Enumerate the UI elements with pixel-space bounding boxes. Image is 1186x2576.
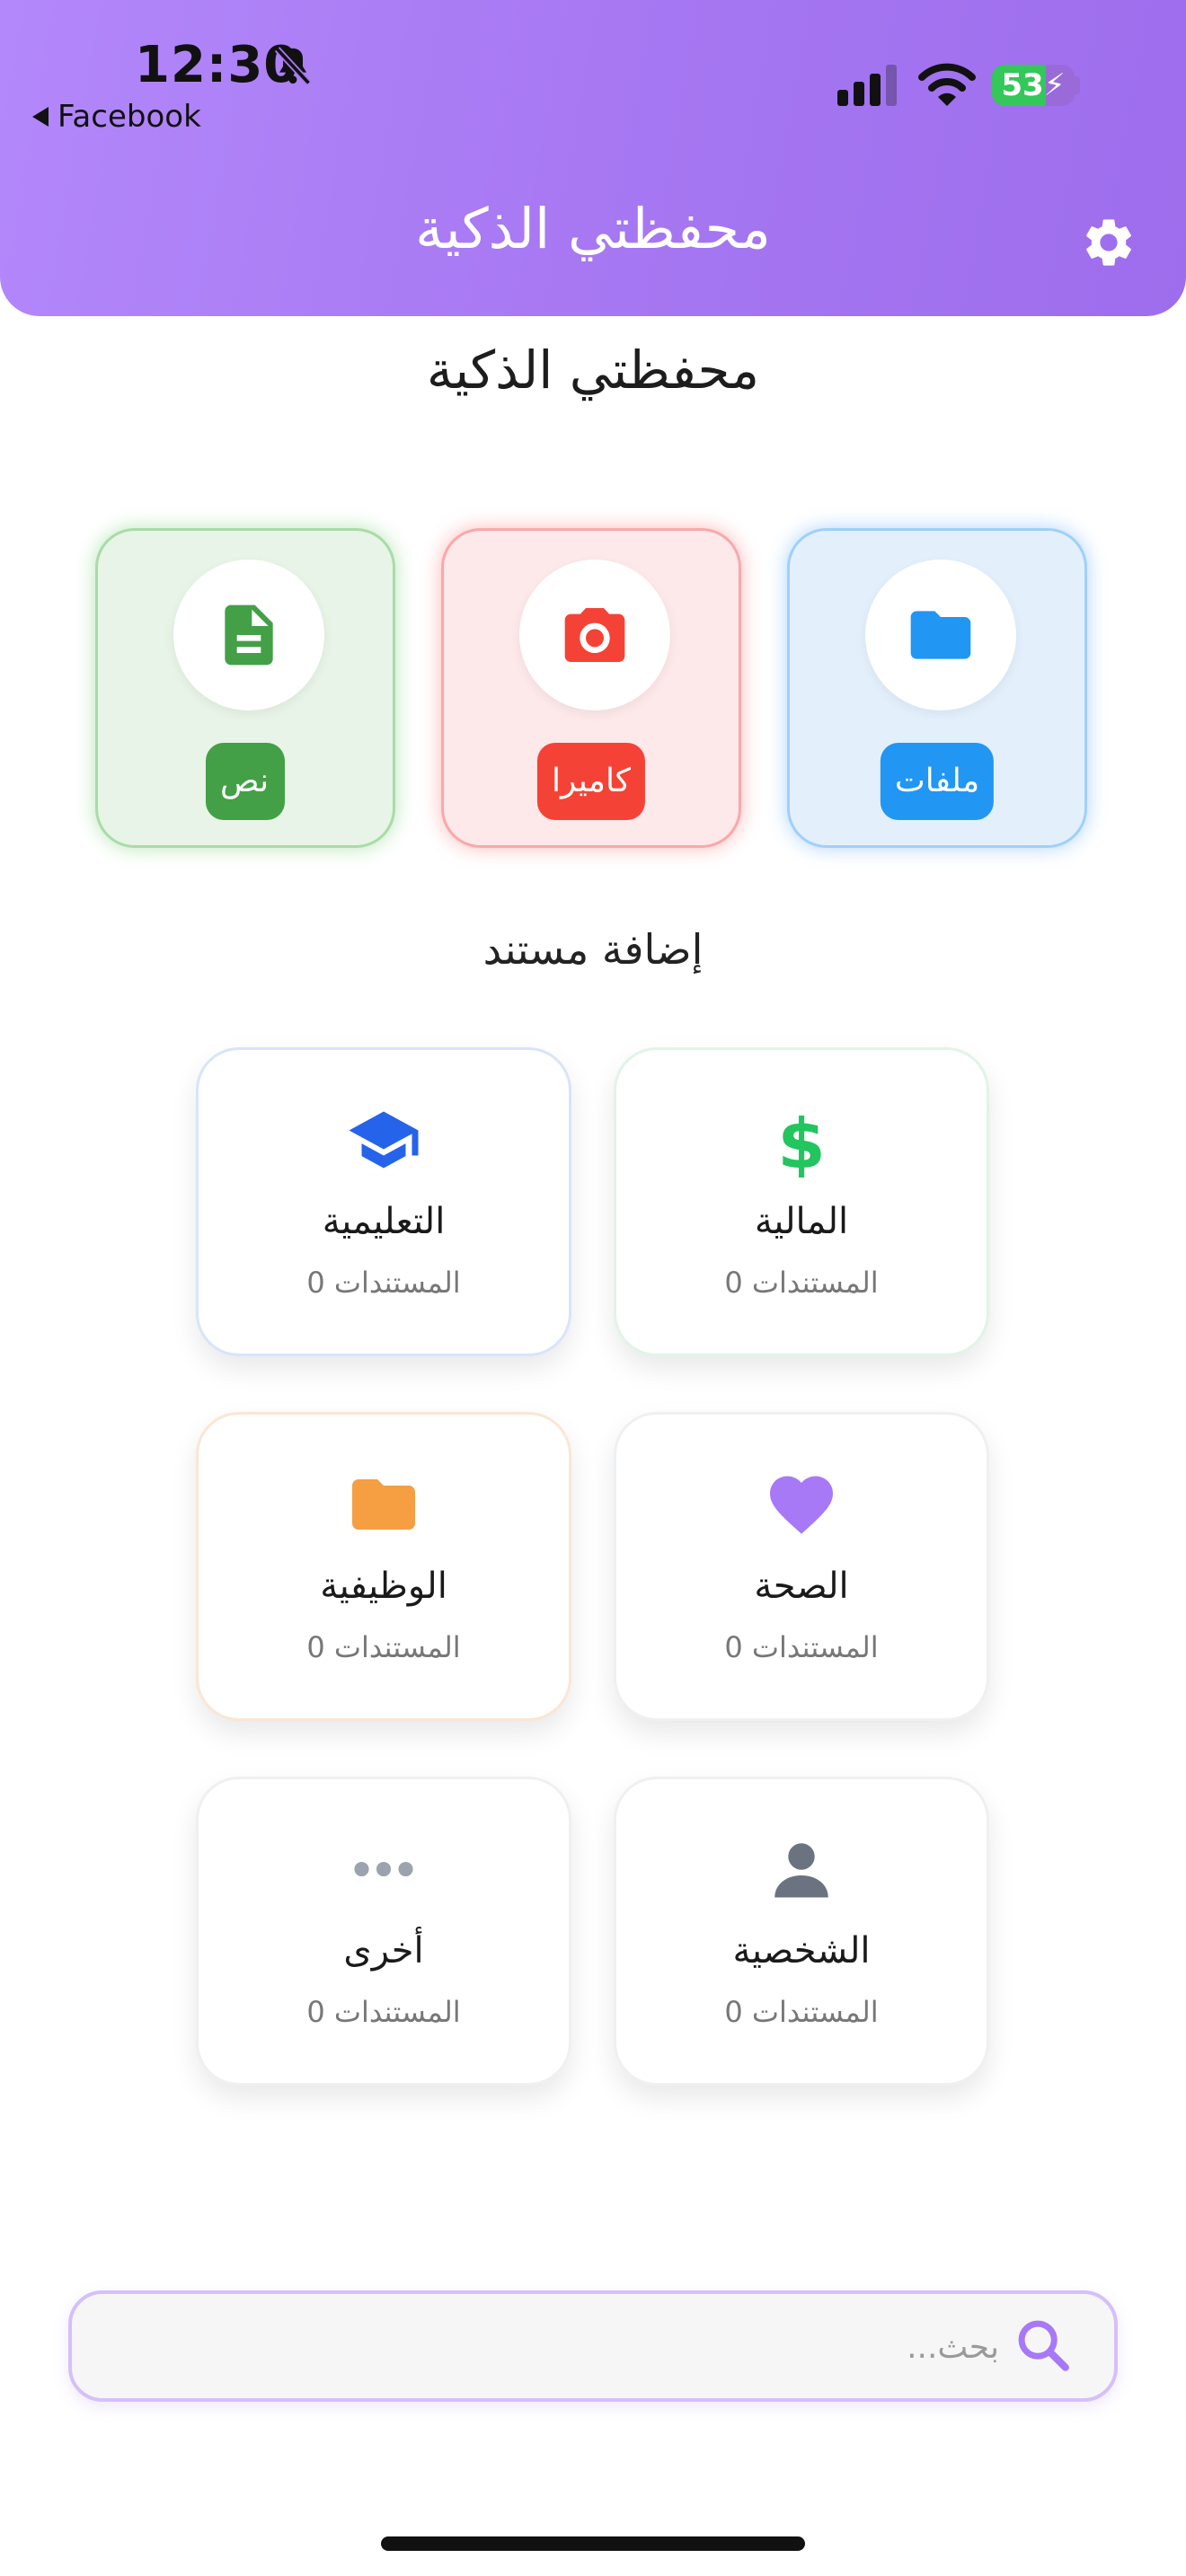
category-count: المستندات 0 xyxy=(724,1266,879,1300)
category-count: المستندات 0 xyxy=(724,1995,879,2029)
heart-icon xyxy=(770,1476,833,1534)
camera-icon-circle xyxy=(519,560,670,710)
camera-label: كاميرا xyxy=(536,743,646,820)
wifi-icon xyxy=(918,63,976,106)
category-count: المستندات 0 xyxy=(306,1995,461,2029)
add-from-files-button[interactable]: ملفات xyxy=(787,528,1087,848)
app-header: 12:30 Facebook 53⚡ محفظتي الذكية xyxy=(0,0,1186,316)
camera-icon xyxy=(564,608,625,662)
category-card-health[interactable]: الصحة المستندات 0 xyxy=(614,1412,989,1721)
home-indicator xyxy=(381,2536,805,2551)
category-card-job[interactable]: الوظيفية المستندات 0 xyxy=(196,1412,571,1721)
search-bar xyxy=(68,2290,1118,2402)
page-title: محفظتي الذكية xyxy=(426,340,760,401)
add-from-camera-button[interactable]: كاميرا xyxy=(441,528,741,848)
cellular-signal-icon xyxy=(837,65,897,106)
back-arrow-icon xyxy=(32,107,49,127)
category-name: الصحة xyxy=(754,1566,849,1607)
dollar-icon: $ xyxy=(777,1106,826,1178)
category-name: المالية xyxy=(754,1201,849,1242)
add-document-section-title: إضافة مستند xyxy=(482,925,704,974)
category-card-other[interactable]: أخرى المستندات 0 xyxy=(196,1777,571,2086)
category-name: الوظيفية xyxy=(320,1566,447,1607)
folder-icon xyxy=(910,611,971,659)
back-to-app-link[interactable]: Facebook xyxy=(32,99,201,135)
text-label: نص xyxy=(206,743,285,820)
battery-cap xyxy=(1075,76,1080,94)
add-text-button[interactable]: نص xyxy=(95,528,395,848)
text-document-icon xyxy=(225,604,273,666)
gear-icon[interactable] xyxy=(1080,214,1137,271)
person-icon xyxy=(774,1843,828,1898)
search-input[interactable] xyxy=(99,2294,1001,2400)
back-app-label: Facebook xyxy=(58,99,201,135)
folder-icon xyxy=(352,1479,415,1530)
files-icon-circle xyxy=(865,560,1016,710)
files-label: ملفات xyxy=(880,743,995,820)
category-count: المستندات 0 xyxy=(306,1630,461,1664)
graduation-cap-icon xyxy=(349,1111,419,1169)
category-card-personal[interactable]: الشخصية المستندات 0 xyxy=(614,1777,989,2086)
search-icon[interactable] xyxy=(1012,2314,1075,2377)
category-count: المستندات 0 xyxy=(724,1630,879,1664)
more-dots-icon xyxy=(354,1861,413,1877)
battery-level-text: 53⚡ xyxy=(1001,67,1066,103)
category-name: التعليمية xyxy=(322,1201,446,1242)
category-card-education[interactable]: التعليمية المستندات 0 xyxy=(196,1047,571,1356)
bell-slash-icon xyxy=(274,47,312,85)
header-title: محفظتي الذكية xyxy=(415,196,771,261)
category-name: الشخصية xyxy=(732,1930,871,1972)
category-card-finance[interactable]: $ المالية المستندات 0 xyxy=(614,1047,989,1356)
text-icon-circle xyxy=(173,560,324,710)
category-name: أخرى xyxy=(343,1930,424,1972)
svg-text:$: $ xyxy=(777,1106,826,1178)
battery-indicator: 53⚡ xyxy=(992,65,1075,106)
category-count: المستندات 0 xyxy=(306,1266,461,1300)
